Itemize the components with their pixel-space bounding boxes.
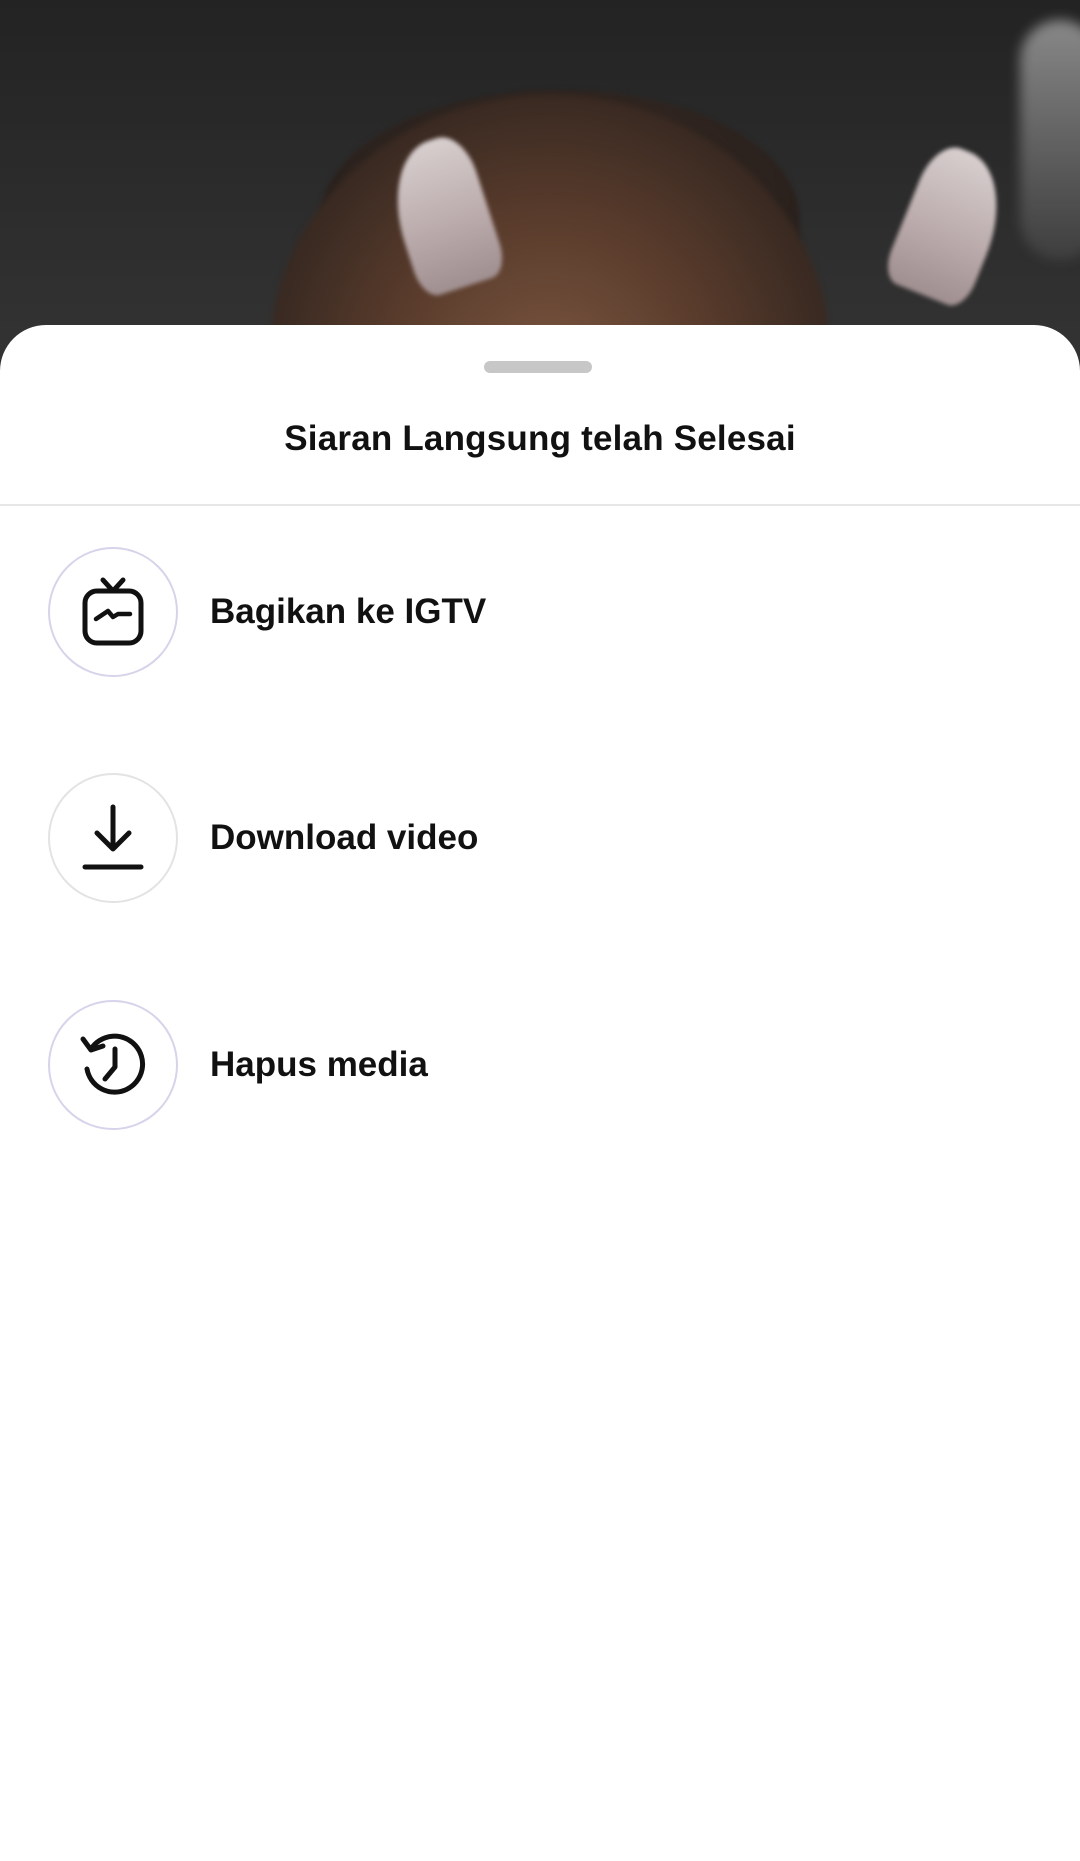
divider bbox=[0, 504, 1080, 506]
download-icon bbox=[82, 804, 144, 870]
option-label: Hapus media bbox=[210, 1045, 428, 1084]
video-blur-shape bbox=[270, 95, 830, 360]
video-blur-shape bbox=[880, 138, 1020, 312]
download-icon-circle bbox=[48, 773, 178, 903]
history-icon-circle bbox=[48, 1000, 178, 1130]
option-label: Bagikan ke IGTV bbox=[210, 592, 487, 631]
video-blur-shape bbox=[1020, 20, 1080, 260]
share-to-igtv-option[interactable]: Bagikan ke IGTV bbox=[0, 537, 1080, 687]
live-video-background bbox=[0, 0, 1080, 360]
option-label: Download video bbox=[210, 818, 479, 857]
igtv-icon-circle bbox=[48, 547, 178, 677]
delete-media-option[interactable]: Hapus media bbox=[0, 990, 1080, 1140]
download-video-option[interactable]: Download video bbox=[0, 763, 1080, 913]
sheet-drag-handle[interactable] bbox=[484, 361, 592, 373]
history-icon bbox=[80, 1033, 146, 1095]
igtv-icon bbox=[82, 577, 144, 646]
sheet-title: Siaran Langsung telah Selesai bbox=[284, 419, 796, 458]
bottom-sheet: Siaran Langsung telah Selesai Bagikan ke… bbox=[0, 325, 1080, 1861]
